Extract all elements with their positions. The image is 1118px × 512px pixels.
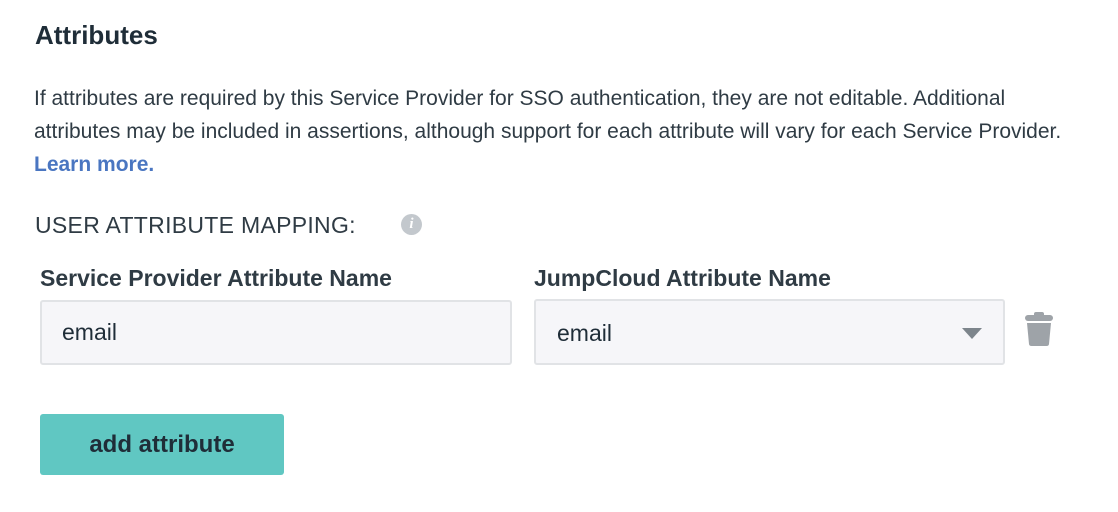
trash-icon[interactable] (1023, 311, 1055, 347)
service-provider-attribute-input[interactable] (40, 300, 512, 365)
chevron-down-icon (962, 328, 982, 339)
section-title: Attributes (35, 20, 158, 50)
jumpcloud-attribute-header: JumpCloud Attribute Name (534, 265, 831, 291)
add-attribute-button[interactable]: add attribute (40, 414, 284, 475)
jumpcloud-attribute-select[interactable]: email (534, 299, 1005, 365)
learn-more-link[interactable]: Learn more. (34, 153, 154, 176)
jumpcloud-attribute-selected-value: email (557, 320, 612, 346)
description-text: If attributes are required by this Servi… (34, 87, 1062, 143)
service-provider-attribute-header: Service Provider Attribute Name (40, 265, 392, 291)
user-attribute-mapping-label: USER ATTRIBUTE MAPPING: (35, 212, 356, 238)
attributes-description: If attributes are required by this Servi… (34, 82, 1094, 181)
info-icon[interactable]: i (401, 214, 422, 235)
